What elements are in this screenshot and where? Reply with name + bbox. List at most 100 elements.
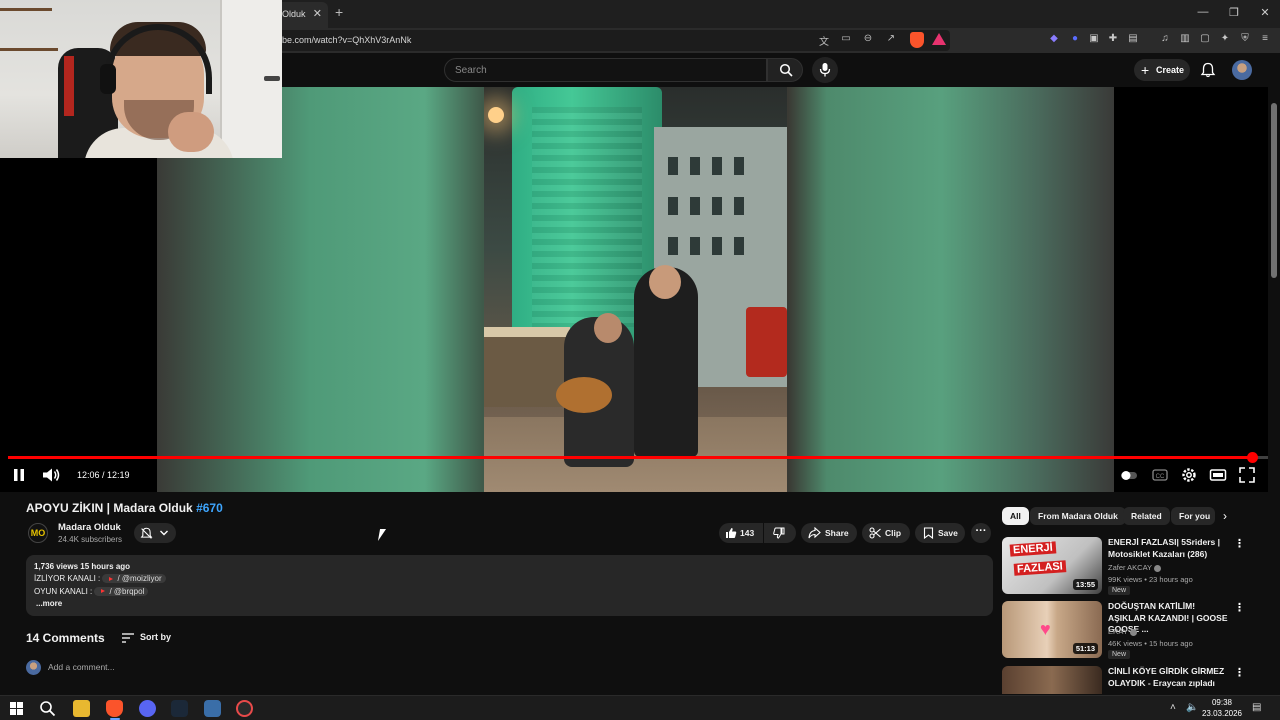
steam-icon[interactable] [171, 700, 188, 717]
brave-browser-icon[interactable] [106, 700, 123, 717]
share-page-icon[interactable]: ↗ [883, 33, 899, 44]
more-vert-icon[interactable]: ⋮ [1234, 537, 1245, 550]
search-button[interactable] [767, 58, 803, 82]
recommended-video[interactable]: CİNLİ KÖYE GİRDİK GİRMEZ OLAYDIK - Erayc… [1002, 666, 1262, 694]
notifications-bell-icon[interactable] [1200, 62, 1216, 78]
recommended-channel-name: ERAY [1108, 627, 1128, 636]
thumbs-up-icon [726, 528, 737, 538]
more-actions-button[interactable]: ··· [971, 523, 991, 543]
like-count: 143 [740, 528, 755, 538]
scrubber-handle[interactable] [1246, 452, 1258, 463]
recommended-title[interactable]: CİNLİ KÖYE GİRDİK GİRMEZ OLAYDIK - Erayc… [1108, 666, 1232, 689]
pause-icon[interactable] [12, 468, 26, 482]
clip-label: Clip [885, 528, 902, 538]
progress-fill [8, 456, 1252, 459]
tray-overflow-icon[interactable]: ˄ [1170, 702, 1176, 713]
close-window-button[interactable]: ✕ [1250, 6, 1280, 19]
window [712, 197, 722, 215]
channel-mention-link[interactable]: / @brqpol [94, 586, 149, 596]
progress-bar[interactable] [8, 452, 1272, 463]
more-vert-icon[interactable]: ⋮ [1234, 666, 1245, 679]
channel-mention-link[interactable]: / @moizliyor [102, 574, 166, 584]
video-hashtag[interactable]: #670 [196, 501, 223, 515]
subscribed-notifications-button[interactable] [134, 523, 176, 543]
add-comment-input[interactable]: Add a comment... [48, 662, 115, 672]
comments-count: 14 Comments [26, 631, 105, 645]
like-button[interactable]: 143 [719, 523, 763, 543]
obs-recording-icon[interactable] [236, 700, 253, 717]
video-thumbnail[interactable]: ♥ 51:13 [1002, 601, 1102, 658]
recommended-video[interactable]: ♥ 51:13 DOĞUŞTAN KATİLİM! AŞIKLAR KAZAND… [1002, 601, 1262, 661]
leo-ai-icon[interactable]: ✦ [1216, 33, 1234, 44]
app-icon[interactable] [204, 700, 221, 717]
theater-mode-icon[interactable] [1209, 466, 1227, 484]
music-icon[interactable]: ♫ [1156, 33, 1174, 44]
svg-text:CC: CC [1156, 474, 1165, 480]
wallet-icon[interactable]: ▢ [1196, 33, 1214, 44]
sidebar-icon[interactable]: ▥ [1176, 33, 1194, 44]
street-lamp [488, 107, 504, 123]
page-scrollbar[interactable] [1268, 87, 1280, 695]
scrollbar-thumb[interactable] [1271, 103, 1277, 278]
translate-icon[interactable]: 文 [816, 33, 832, 48]
zoom-icon[interactable]: ⊖ [860, 33, 876, 44]
webcam-overlay [0, 0, 282, 158]
system-clock[interactable]: 09:38 23.03.2026 [1198, 698, 1246, 719]
channel-name[interactable]: Madara Olduk [58, 522, 121, 533]
minimize-button[interactable]: — [1188, 6, 1218, 18]
window [668, 157, 678, 175]
chip-related[interactable]: Related [1123, 507, 1170, 525]
recommended-title[interactable]: ENERJİ FAZLASI| 5Sriders | Motosiklet Ka… [1108, 537, 1232, 560]
chip-all[interactable]: All [1002, 507, 1029, 525]
brave-rewards-icon[interactable] [932, 33, 946, 45]
new-tab-button[interactable]: + [335, 4, 343, 20]
recommended-video[interactable]: ENERJİ FAZLASI 13:55 ENERJİ FAZLASI| 5Sr… [1002, 537, 1262, 597]
volume-icon[interactable] [42, 467, 60, 483]
menu-icon[interactable]: ≡ [1256, 33, 1274, 44]
settings-gear-icon[interactable] [1180, 466, 1198, 484]
chevron-right-icon[interactable]: › [1223, 509, 1227, 523]
account-avatar[interactable] [1232, 60, 1252, 80]
windows-start-icon[interactable] [8, 700, 25, 717]
file-explorer-icon[interactable] [73, 700, 90, 717]
extensions-puzzle-icon[interactable]: ✚ [1104, 33, 1122, 44]
description-box[interactable]: 1,736 views 15 hours ago İZLİYOR KANALI … [26, 555, 993, 616]
video-thumbnail[interactable] [1002, 666, 1102, 694]
clock-time: 09:38 [1211, 698, 1233, 707]
restore-button[interactable]: ❐ [1219, 6, 1249, 19]
cast-icon[interactable]: ▭ [838, 33, 854, 44]
chip-from-channel[interactable]: From Madara Olduk [1030, 507, 1126, 525]
fullscreen-icon[interactable] [1238, 466, 1256, 484]
more-vert-icon[interactable]: ⋮ [1234, 601, 1245, 614]
extension-icon[interactable]: ▣ [1085, 33, 1103, 44]
description-label: OYUN KANALI : [34, 586, 93, 596]
autoplay-toggle-icon[interactable] [1120, 466, 1138, 484]
save-button[interactable]: Save [915, 523, 965, 543]
share-button[interactable]: Share [801, 523, 857, 543]
extension-icon[interactable]: ▤ [1124, 33, 1142, 44]
chip-for-you[interactable]: For you [1171, 507, 1215, 525]
vpn-icon[interactable]: ⛨ [1236, 33, 1254, 44]
extension-icon[interactable]: ● [1066, 33, 1084, 44]
channel-avatar[interactable]: MO [28, 523, 48, 543]
notification-center-icon[interactable]: ▤ [1252, 702, 1261, 713]
clip-button[interactable]: Clip [862, 523, 910, 543]
sort-icon[interactable] [122, 633, 134, 643]
search-input[interactable]: Search [444, 58, 767, 82]
window [734, 157, 744, 175]
show-more-link[interactable]: ...more [36, 598, 985, 610]
extension-icon[interactable]: ◆ [1045, 33, 1063, 44]
taskbar-search-icon[interactable] [39, 700, 56, 717]
tab-close-icon[interactable]: ✕ [313, 2, 322, 26]
discord-icon[interactable] [139, 700, 156, 717]
brave-shields-icon[interactable] [910, 32, 924, 48]
window [690, 197, 700, 215]
scissors-icon [869, 527, 881, 539]
dislike-button[interactable] [764, 523, 796, 543]
speaker-icon[interactable]: 🔈 [1186, 702, 1198, 713]
create-button[interactable]: + Create [1134, 59, 1190, 81]
video-thumbnail[interactable]: ENERJİ FAZLASI 13:55 [1002, 537, 1102, 594]
sort-by-button[interactable]: Sort by [140, 632, 171, 642]
captions-icon[interactable]: CC [1151, 466, 1169, 484]
voice-search-button[interactable] [812, 57, 838, 83]
